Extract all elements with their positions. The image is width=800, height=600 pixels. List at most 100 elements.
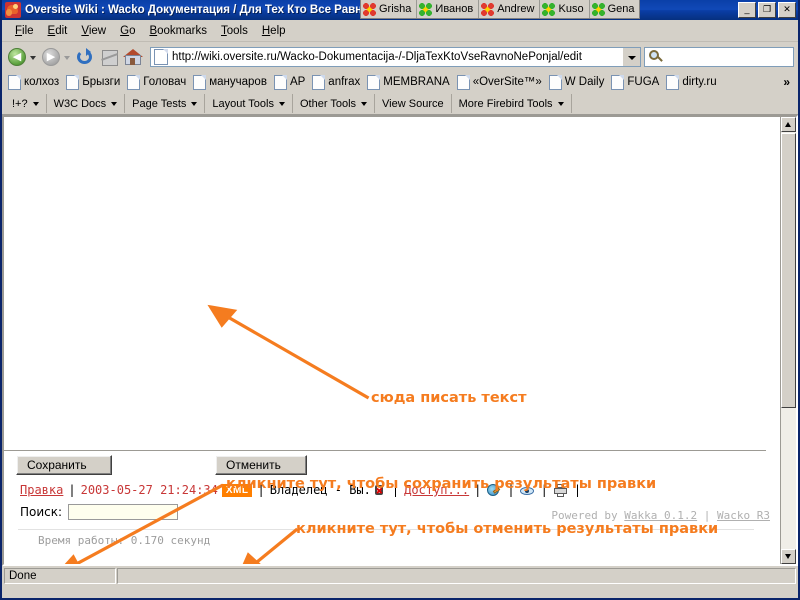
devtool-page-tests[interactable]: Page Tests: [125, 94, 205, 113]
bookmark-label: FUGA: [627, 76, 659, 88]
web-search-box[interactable]: [644, 47, 794, 67]
annotation-cancel-hint: кликните тут, чтобы отменить результаты …: [296, 521, 718, 537]
web-developer-toolbar: !+? W3C DocsPage Tests Layout Tools Other T…: [2, 93, 798, 115]
cancel-button[interactable]: Отменить: [215, 455, 307, 475]
buddy-label: Andrew: [497, 3, 534, 15]
devtool-layout-tools[interactable]: Layout Tools: [205, 94, 293, 113]
flower-icon: [592, 3, 605, 16]
bookmark-item[interactable]: Головач: [125, 74, 191, 91]
bookmark-page-icon: [66, 75, 79, 90]
scroll-down-button[interactable]: [781, 549, 796, 564]
bookmark-item[interactable]: Брызги: [64, 74, 125, 91]
bookmark-page-icon: [274, 75, 287, 90]
address-bar-dropdown-icon[interactable]: [623, 48, 640, 66]
chevron-down-icon: [558, 102, 564, 106]
vertical-scrollbar[interactable]: [780, 117, 796, 564]
close-button[interactable]: ✕: [778, 2, 796, 18]
address-bar[interactable]: http://wiki.oversite.ru/Wacko-Dokumentac…: [150, 47, 641, 67]
bookmark-page-icon: [312, 75, 325, 90]
bookmark-item[interactable]: «OverSite™»: [455, 74, 547, 91]
buddy-button-kuso[interactable]: Kuso: [540, 0, 589, 18]
bookmarks-toolbar: колхозБрызги Головач манучаров AP anfrax MEMB…: [2, 71, 798, 93]
annotation-write-here: сюда писать текст: [371, 390, 527, 406]
buddy-label: Иванов: [435, 3, 473, 15]
menu-item-help[interactable]: Help: [255, 23, 293, 39]
wiki-edit-page: Сохранить Отменить Правка | 2003-05-27 2…: [4, 117, 780, 564]
menu-item-view[interactable]: View: [74, 23, 113, 39]
menu-item-bookmarks[interactable]: Bookmarks: [142, 23, 214, 39]
chevron-down-icon: [279, 102, 285, 106]
back-history-dropdown[interactable]: [29, 46, 38, 68]
scrollbar-thumb[interactable]: [781, 133, 796, 408]
address-bar-input[interactable]: http://wiki.oversite.ru/Wacko-Dokumentac…: [172, 51, 623, 63]
buddy-label: Gena: [608, 3, 635, 15]
chevron-down-icon: [361, 102, 367, 106]
bookmark-item[interactable]: колхоз: [6, 74, 64, 91]
bookmarks-overflow-chevron-icon[interactable]: »: [783, 75, 794, 89]
buddy-button-andrew[interactable]: Andrew: [479, 0, 540, 18]
bookmark-page-icon: [611, 75, 624, 90]
devtool-w3c-docs[interactable]: W3C Docs: [47, 94, 126, 113]
bookmark-item[interactable]: FUGA: [609, 74, 664, 91]
devtool-more-firebird-tools[interactable]: More Firebird Tools: [452, 94, 572, 113]
minimize-button[interactable]: _: [738, 2, 756, 18]
page-search-input[interactable]: [68, 504, 178, 520]
bookmark-label: dirty.ru: [682, 76, 716, 88]
firebird-logo-icon: [5, 2, 21, 18]
bookmark-page-icon: [193, 75, 206, 90]
buddy-label: Kuso: [558, 3, 583, 15]
bookmark-label: anfrax: [328, 76, 360, 88]
wacko-link[interactable]: Wacko R3: [717, 509, 770, 522]
buddy-button-grisha[interactable]: Grisha: [361, 0, 417, 18]
buddy-button-иванов[interactable]: Иванов: [417, 0, 479, 18]
search-icon: [649, 50, 663, 64]
forward-arrow-icon: ▶: [40, 46, 62, 68]
flower-icon: [363, 3, 376, 16]
bookmark-page-icon: [549, 75, 562, 90]
devtool-other-tools[interactable]: Other Tools: [293, 94, 375, 113]
bookmark-page-icon: [367, 75, 380, 90]
devtool-[interactable]: !+?: [5, 94, 47, 113]
menu-item-edit[interactable]: Edit: [41, 23, 75, 39]
back-button[interactable]: ◀: [6, 46, 28, 68]
buddy-button-gena[interactable]: Gena: [590, 0, 640, 18]
chevron-down-icon: [33, 102, 39, 106]
bookmark-item[interactable]: AP: [272, 74, 310, 91]
devtool-label: Layout Tools: [212, 98, 274, 110]
save-button[interactable]: Сохранить: [16, 455, 112, 475]
forward-button[interactable]: ▶: [40, 46, 62, 68]
menu-item-file[interactable]: File: [8, 23, 41, 39]
footer-separator-1: |: [63, 483, 80, 497]
menu-item-tools[interactable]: Tools: [214, 23, 255, 39]
devtool-label: More Firebird Tools: [459, 98, 553, 110]
devtool-label: !+?: [12, 98, 28, 110]
stop-icon[interactable]: [98, 46, 120, 68]
maximize-button[interactable]: ❐: [758, 2, 776, 18]
home-icon[interactable]: [122, 46, 144, 68]
bookmark-page-icon: [8, 75, 21, 90]
menu-item-go[interactable]: Go: [113, 23, 142, 39]
reload-icon[interactable]: [74, 46, 96, 68]
scroll-up-button[interactable]: [781, 117, 796, 132]
status-extra: [117, 568, 796, 584]
bookmark-item[interactable]: манучаров: [191, 74, 272, 91]
forward-history-dropdown[interactable]: [63, 46, 72, 68]
flower-icon: [481, 3, 494, 16]
browser-window: Oversite Wiki : Wacko Документация / Для…: [0, 0, 800, 600]
bookmark-item[interactable]: W Daily: [547, 74, 610, 91]
bookmark-item[interactable]: anfrax: [310, 74, 365, 91]
page-document-icon: [154, 49, 168, 65]
bookmark-label: Головач: [143, 76, 186, 88]
bookmark-item[interactable]: dirty.ru: [664, 74, 721, 91]
edit-link[interactable]: Правка: [20, 483, 63, 497]
bookmark-item[interactable]: MEMBRANA: [365, 74, 454, 91]
flower-icon: [542, 3, 555, 16]
page-search-label: Поиск:: [20, 505, 62, 519]
devtool-label: Other Tools: [300, 98, 356, 110]
bookmark-page-icon: [127, 75, 140, 90]
devtool-label: View Source: [382, 98, 444, 110]
bookmark-label: манучаров: [209, 76, 267, 88]
buddy-label: Grisha: [379, 3, 411, 15]
bookmark-page-icon: [457, 75, 470, 90]
devtool-view-source[interactable]: View Source: [375, 94, 452, 113]
